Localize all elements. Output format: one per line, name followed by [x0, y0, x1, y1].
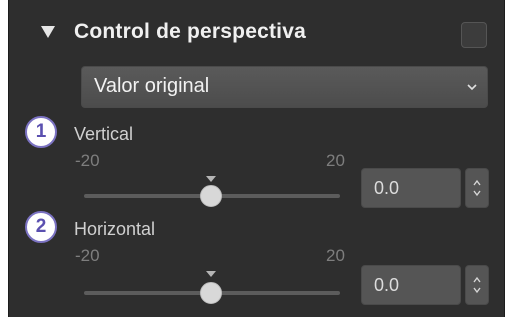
vertical-slider-handle[interactable]: [200, 185, 222, 207]
vertical-value-input[interactable]: 0.0: [361, 168, 461, 208]
horizontal-spinner-icon[interactable]: [465, 265, 489, 305]
horizontal-value: 0.0: [374, 275, 400, 295]
vertical-center-tick: [206, 176, 216, 182]
vertical-label: Vertical: [74, 124, 134, 144]
vertical-spinner-icon[interactable]: [465, 168, 489, 208]
horizontal-label: Horizontal: [74, 219, 156, 239]
perspective-control-panel: Control de perspectiva Valor original 1 …: [8, 0, 505, 317]
horizontal-value-input[interactable]: 0.0: [361, 265, 461, 305]
callout-badge-2: 2: [25, 211, 57, 243]
vertical-max-label: 20: [326, 151, 345, 170]
horizontal-max-label: 20: [326, 246, 345, 265]
vertical-value: 0.0: [374, 178, 400, 198]
chevron-down-icon[interactable]: [457, 67, 487, 107]
dropdown-selected-value: Valor original: [94, 75, 210, 97]
panel-title: Control de perspectiva: [74, 20, 306, 43]
callout-badge-1: 1: [25, 116, 57, 148]
preset-dropdown[interactable]: Valor original: [81, 66, 488, 108]
horizontal-center-tick: [206, 271, 216, 277]
panel-header[interactable]: Control de perspectiva: [9, 12, 506, 58]
vertical-min-label: -20: [75, 151, 100, 170]
triangle-down-icon[interactable]: [41, 26, 55, 38]
enable-checkbox[interactable]: [461, 22, 487, 48]
horizontal-min-label: -20: [75, 246, 100, 265]
horizontal-slider-handle[interactable]: [200, 282, 222, 304]
